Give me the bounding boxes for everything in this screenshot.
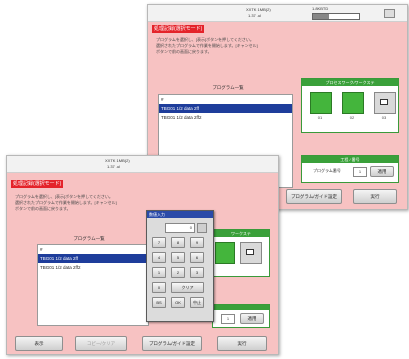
back-screen-title: 処理記録(選択モード) (152, 25, 205, 33)
front-instruction-1: プログラムを選択し、[表示]ボタンを押してください。 (15, 194, 113, 199)
key-2[interactable]: 2 (171, 267, 185, 278)
front-program-list[interactable]: # TBG01 1/2 data 2ff TBG01 1/2 data 2ff2 (37, 244, 149, 326)
back-program-number-input[interactable]: 1 (353, 167, 367, 177)
back-execute-button[interactable]: 実行 (353, 189, 397, 204)
back-tile-1[interactable] (310, 92, 332, 114)
key-clear[interactable]: クリア (171, 282, 204, 293)
machine-icon (246, 249, 254, 255)
key-6[interactable]: 6 (190, 252, 204, 263)
back-status-line1: XXTK 1MB(2) (246, 7, 271, 12)
back-list-item-selected[interactable]: TBG01 1/2 data 2ff (159, 104, 292, 113)
front-status-line1: XXTK 1MB(2) (105, 158, 130, 163)
front-screen-title: 処理記録(選択モード) (11, 180, 64, 188)
back-tile-label-2: 02 (349, 115, 355, 120)
back-tile-label-1: 01 (317, 115, 323, 120)
front-copy-clear-button[interactable]: コピー/クリア (75, 336, 127, 351)
back-number-panel-header: 工程 / 番号 (302, 156, 398, 163)
back-list-label: プログラム一覧 (212, 85, 244, 90)
front-list-item[interactable]: TBG01 1/2 data 2ff2 (38, 263, 148, 272)
front-tile-machine-image[interactable] (240, 242, 262, 264)
front-program-number-input[interactable]: 1 (221, 314, 235, 324)
front-apply-button[interactable]: 適用 (240, 313, 264, 324)
back-status-line2: 1.37 .ul (248, 13, 262, 18)
back-window-control-icon[interactable] (384, 9, 395, 18)
back-level-meter (312, 13, 360, 20)
front-tile-1[interactable] (215, 242, 235, 264)
front-display-button[interactable]: 表示 (15, 336, 63, 351)
key-5[interactable]: 5 (171, 252, 185, 263)
key-ok[interactable]: OK (171, 297, 185, 308)
back-tile-label-3: 03 (381, 115, 387, 120)
front-instruction-2: 選択されたプログラムで作業を開始します。[キャンセル] (15, 200, 117, 205)
front-status-bar: XXTK 1MB(2) 1.37 .ul (7, 156, 278, 173)
back-program-guide-button[interactable]: プログラム/ガイド設定 (286, 189, 342, 204)
front-list-label: プログラム一覧 (73, 236, 105, 241)
key-4[interactable]: 4 (152, 252, 166, 263)
front-program-guide-button[interactable]: プログラム/ガイド設定 (142, 336, 202, 351)
back-list-item[interactable]: TBG01 1/2 data 2ff2 (159, 113, 292, 122)
machine-icon (380, 99, 388, 105)
key-9[interactable]: 9 (190, 237, 204, 248)
key-1[interactable]: 1 (152, 267, 166, 278)
back-program-number-label: プログラム番号 (313, 168, 341, 173)
key-7[interactable]: 7 (152, 237, 166, 248)
front-window: XXTK 1MB(2) 1.37 .ul 処理記録(選択モード) プログラムを選… (6, 155, 279, 355)
back-instruction-3: ボタンで前の画面に戻ります。 (156, 49, 212, 54)
back-meter-label: 1.8KBTD (312, 6, 329, 11)
key-8[interactable]: 8 (171, 237, 185, 248)
keypad-display: 0 (165, 223, 195, 233)
back-panel-header: プロセスワーク/ワークステ (302, 79, 398, 86)
front-list-item[interactable]: # (38, 245, 148, 254)
back-tile-3-machine-image[interactable] (374, 92, 396, 114)
front-execute-button[interactable]: 実行 (217, 336, 267, 351)
back-instruction-2: 選択されたプログラムで作業を開始します。[キャンセル] (156, 43, 258, 48)
numeric-keypad-dialog: 数値入力 0 7 8 9 4 5 6 1 2 3 0 クリア BS OK 中止 (146, 210, 214, 322)
back-apply-button[interactable]: 適用 (370, 166, 394, 177)
front-panel-header: ワークステ (213, 230, 269, 237)
key-0[interactable]: 0 (152, 282, 166, 293)
back-instruction-1: プログラムを選択し、[表示]ボタンを押してください。 (156, 37, 254, 42)
key-cancel[interactable]: 中止 (190, 297, 204, 308)
keypad-close-icon[interactable] (197, 223, 207, 233)
front-status-line2: 1.37 .ul (107, 164, 121, 169)
key-backspace[interactable]: BS (152, 297, 166, 308)
back-status-bar: XXTK 1MB(2) 1.37 .ul 1.8KBTD (148, 5, 407, 22)
front-instruction-3: ボタンで前の画面に戻ります。 (15, 206, 71, 211)
back-list-item[interactable]: # (159, 95, 292, 104)
front-number-panel-header (213, 305, 269, 310)
key-3[interactable]: 3 (190, 267, 204, 278)
back-tile-2[interactable] (342, 92, 364, 114)
keypad-title: 数値入力 (147, 211, 213, 218)
front-list-item-selected[interactable]: TBG01 1/2 data 2ff (38, 254, 148, 263)
back-level-meter-fill (313, 14, 330, 19)
